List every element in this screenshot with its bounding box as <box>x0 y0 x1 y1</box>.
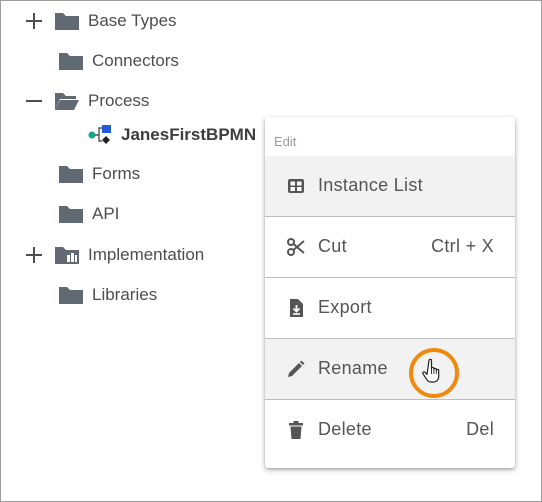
tree-item-bpmn-process[interactable]: JanesFirstBPMN <box>0 120 265 150</box>
menu-item-shortcut: Del <box>466 419 494 439</box>
folder-icon <box>58 285 84 305</box>
tree-item-label: Forms <box>92 164 141 183</box>
folder-open-icon <box>54 91 80 111</box>
menu-item-instance-list[interactable]: Instance List <box>265 156 515 216</box>
menu-item-shortcut: Ctrl + X <box>431 236 494 256</box>
tree-item-forms[interactable]: Forms <box>0 159 260 189</box>
folder-icon <box>58 204 84 224</box>
folder-icon <box>58 164 84 184</box>
menu-item-cut[interactable]: Cut Ctrl + X <box>265 217 515 277</box>
context-menu: Edit Instance List Cut Ctrl + X Export R… <box>265 117 515 468</box>
tree-item-label: Libraries <box>92 285 158 304</box>
menu-section-header: Edit <box>274 134 297 149</box>
bpmn-process-icon <box>88 123 114 147</box>
collapse-icon[interactable] <box>26 93 42 109</box>
menu-item-label: Rename <box>318 358 388 378</box>
file-download-icon <box>286 298 306 318</box>
expand-icon[interactable] <box>26 13 42 29</box>
folder-icon <box>54 11 80 31</box>
pencil-icon <box>286 359 306 379</box>
table-icon <box>286 176 306 196</box>
menu-item-label: Cut <box>318 236 347 256</box>
tree-item-label: Base Types <box>88 11 177 30</box>
scissors-icon <box>286 237 306 257</box>
tree-item-implementation[interactable]: Implementation <box>0 240 260 270</box>
expand-icon[interactable] <box>26 247 42 263</box>
menu-item-export[interactable]: Export <box>265 278 515 338</box>
tree-item-label: JanesFirstBPMN <box>121 125 257 144</box>
tree-item-label: Connectors <box>92 51 179 70</box>
tree-item-connectors[interactable]: Connectors <box>0 46 260 76</box>
menu-item-delete[interactable]: Delete Del <box>265 400 515 460</box>
folder-icon <box>58 51 84 71</box>
tree-item-label: API <box>92 204 120 223</box>
tree-item-process[interactable]: Process <box>0 86 260 116</box>
hand-pointer-cursor-icon <box>421 358 445 384</box>
tree-item-base-types[interactable]: Base Types <box>0 6 260 36</box>
tree-item-label: Implementation <box>88 245 205 264</box>
menu-item-label: Export <box>318 297 372 317</box>
menu-item-rename[interactable]: Rename <box>265 339 515 399</box>
tree-item-api[interactable]: API <box>0 199 260 229</box>
folder-library-icon <box>54 245 80 265</box>
tree-item-label: Process <box>88 91 150 110</box>
tree-item-libraries[interactable]: Libraries <box>0 280 260 310</box>
trash-icon <box>286 420 306 440</box>
menu-item-label: Delete <box>318 419 372 439</box>
menu-item-label: Instance List <box>318 175 423 195</box>
